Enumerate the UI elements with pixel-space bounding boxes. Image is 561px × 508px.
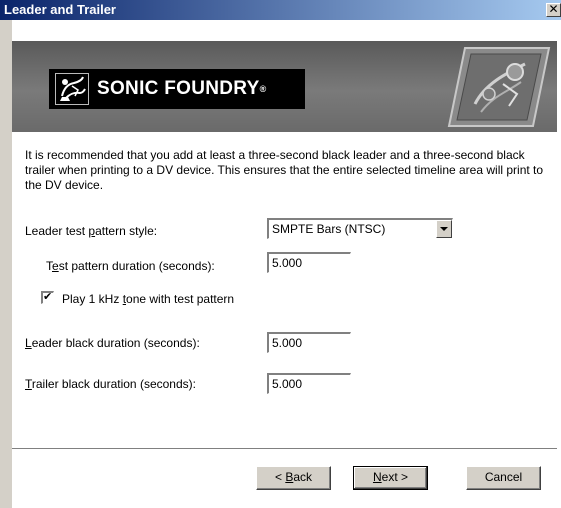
pattern-style-select[interactable]: SMPTE Bars (NTSC) [267,218,453,239]
logo: SONIC FOUNDRY® [49,69,305,109]
close-button[interactable]: ✕ [546,3,561,17]
tone-label: Play 1 kHz tone with test pattern [62,292,235,306]
decorative-badge-graphic [445,44,553,130]
window-title: Leader and Trailer [4,2,116,17]
trailer-black-label: Trailer black duration (seconds): [25,377,196,391]
tone-checkbox[interactable]: ✔ [41,291,54,304]
description-text: It is recommended that you add at least … [25,148,544,192]
test-duration-input[interactable] [267,252,351,273]
chevron-down-icon[interactable] [436,220,452,238]
back-button[interactable]: < Back [256,466,331,490]
checkmark-icon: ✔ [43,291,53,303]
next-button[interactable]: Next > [353,466,428,490]
banner: SONIC FOUNDRY® [12,41,557,132]
logo-text: SONIC FOUNDRY® [97,78,267,99]
trailer-black-input[interactable] [267,373,351,394]
sonic-foundry-logo-icon [55,73,89,105]
close-icon: ✕ [548,2,559,16]
pattern-style-value: SMPTE Bars (NTSC) [272,222,386,236]
cancel-button[interactable]: Cancel [466,466,541,490]
divider [12,448,557,450]
title-bar: Leader and Trailer ✕ [0,0,561,20]
test-duration-label: Test pattern duration (seconds): [46,259,215,273]
leader-black-input[interactable] [267,332,351,353]
leader-black-label: Leader black duration (seconds): [25,336,200,350]
pattern-style-label: Leader test pattern style: [25,224,158,238]
